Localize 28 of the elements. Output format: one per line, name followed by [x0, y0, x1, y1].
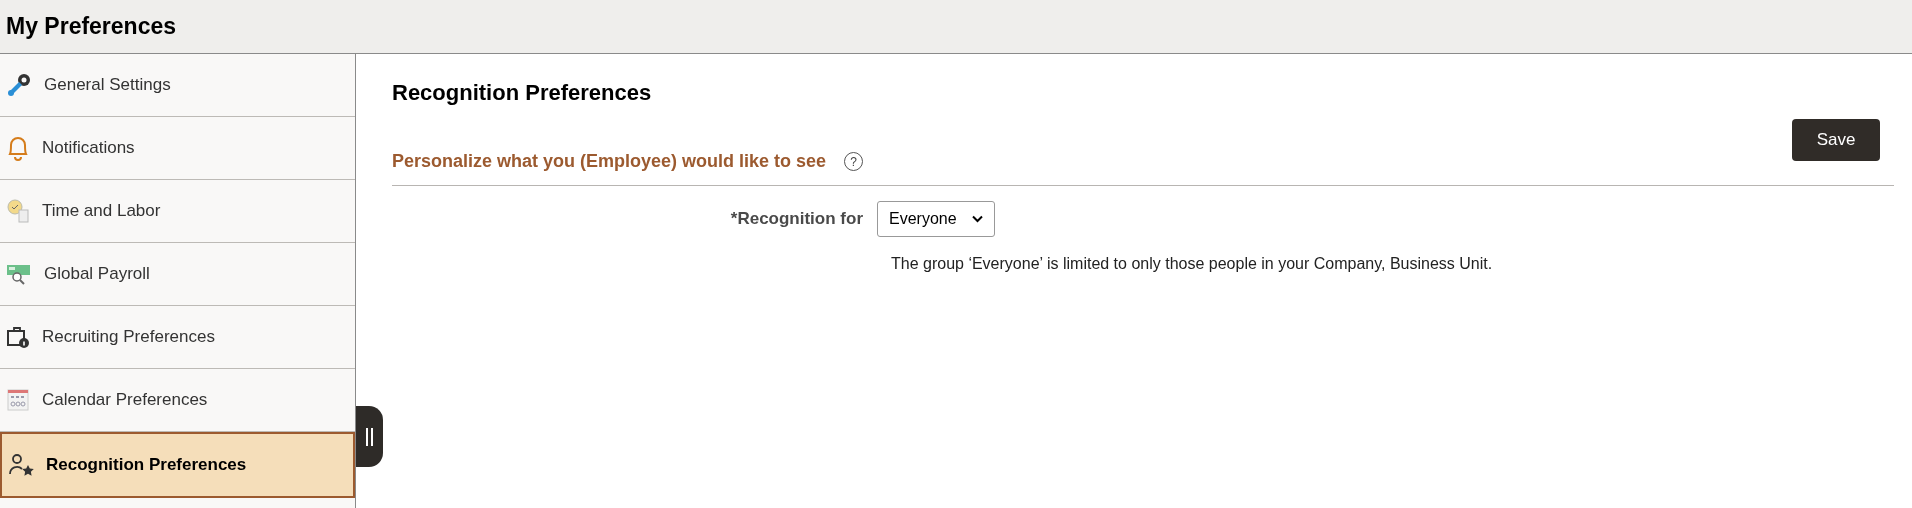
field-note: The group ‘Everyone’ is limited to only those people in your Company, Business Unit.	[891, 254, 1494, 274]
sidebar-item-label: Time and Labor	[42, 200, 161, 223]
money-search-icon	[6, 262, 32, 286]
sidebar-item[interactable]: Recognition Preferences	[0, 432, 355, 498]
field-label: *Recognition for	[729, 208, 864, 231]
person-star-icon	[8, 453, 34, 477]
section-heading: Personalize what you (Employee) would like to see	[392, 150, 827, 173]
sidebar-item-label: General Settings	[44, 74, 171, 97]
sidebar-item[interactable]: Global Payroll	[0, 243, 355, 306]
sidebar-item[interactable]: General Settings	[0, 54, 355, 117]
sidebar-item-label: Recruiting Preferences	[42, 326, 215, 349]
sidebar-item[interactable]: Time and Labor	[0, 180, 355, 243]
save-button[interactable]: Save	[1792, 119, 1880, 161]
page-title: My Preferences	[6, 12, 177, 42]
sidebar-item-label: Calendar Preferences	[42, 389, 208, 412]
calendar-icon	[6, 388, 30, 412]
sidebar-item[interactable]: Recruiting Preferences	[0, 306, 355, 369]
sidebar-item[interactable]: Notifications	[0, 117, 355, 180]
collapse-handle[interactable]	[356, 406, 383, 467]
recognition-select[interactable]: Everyone	[877, 201, 995, 237]
sidebar-item-label: Global Payroll	[44, 263, 150, 286]
briefcase-info-icon	[6, 325, 30, 349]
content-title: Recognition Preferences	[392, 79, 653, 107]
sidebar-item-label: Recognition Preferences	[46, 454, 247, 477]
sidebar-item-label: Notifications	[42, 137, 135, 160]
chevron-down-icon	[972, 215, 983, 223]
clock-document-icon	[6, 198, 30, 224]
bell-icon	[6, 135, 30, 161]
